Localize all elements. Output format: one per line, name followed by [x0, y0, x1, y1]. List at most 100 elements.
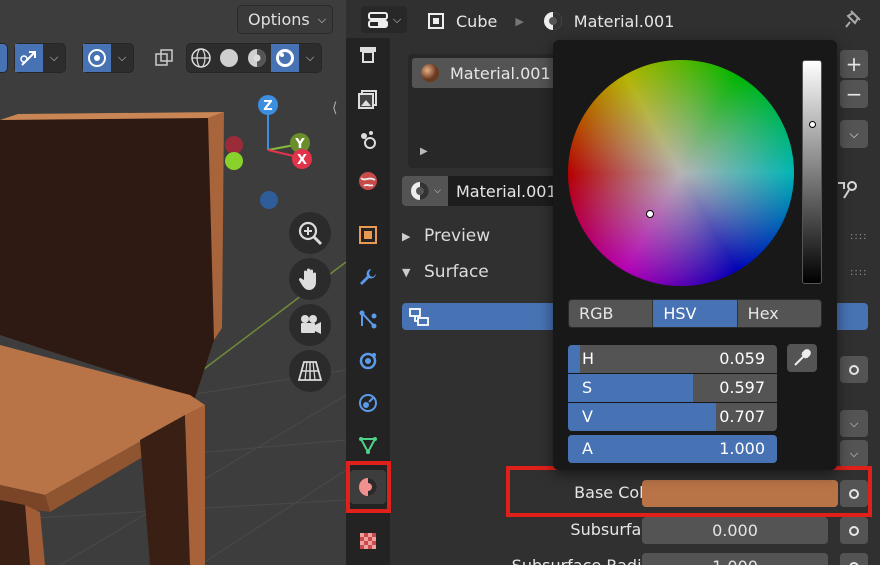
material-slot-item[interactable]: Material.001: [412, 58, 572, 88]
add-slot-button[interactable]: +: [840, 50, 868, 78]
particles-icon: [359, 310, 377, 329]
hue-value: 0.059: [719, 349, 765, 368]
material-slot-label: Material.001: [450, 63, 551, 83]
surface-panel-header[interactable]: ▼ Surface: [402, 262, 489, 282]
tab-rgb[interactable]: RGB: [569, 300, 654, 327]
subsurface-radius-socket-button[interactable]: [840, 553, 868, 565]
shading-group: ⌵: [186, 43, 322, 73]
xray-icon: [155, 49, 173, 66]
zoom-in-icon: [298, 221, 323, 246]
tab-object[interactable]: [350, 218, 386, 252]
wheel-cursor[interactable]: [645, 209, 654, 218]
wireframe-sphere-icon: [191, 48, 211, 68]
chevron-down-icon: ⌵: [849, 446, 859, 460]
options-dropdown[interactable]: Options ⌵: [237, 5, 333, 34]
navigation-gizmo[interactable]: Z Y X: [220, 92, 330, 212]
tab-world[interactable]: [350, 164, 386, 198]
tab-modifiers[interactable]: [350, 260, 386, 294]
tab-view-layer[interactable]: [350, 122, 386, 156]
tab-constraints[interactable]: [350, 386, 386, 420]
value-value: 0.707: [719, 407, 765, 426]
gizmo-toggle-button[interactable]: [15, 44, 43, 72]
editor-type-button[interactable]: ⌵: [361, 6, 407, 33]
expand-arrow-icon[interactable]: ▶: [420, 146, 428, 157]
tool-icon: [360, 47, 376, 63]
dropdown-button[interactable]: ⌵: [840, 410, 868, 437]
value-knob[interactable]: [809, 121, 816, 129]
mesh-data-icon: [359, 437, 377, 455]
breadcrumb-object: Cube: [456, 11, 498, 31]
chevron-down-icon[interactable]: ⌵: [111, 44, 133, 72]
browse-node-icon: [838, 181, 857, 199]
chevron-down-icon[interactable]: ⌵: [43, 44, 65, 72]
subsurface-socket-button[interactable]: [840, 517, 868, 544]
output-icon: [358, 90, 377, 109]
material-sphere-icon: [248, 49, 266, 67]
subsurface-field[interactable]: 0.000: [642, 517, 828, 544]
subsurface-radius-field[interactable]: 1.000: [642, 553, 828, 565]
tab-physics[interactable]: [350, 344, 386, 378]
select-mode-fragment[interactable]: [0, 43, 8, 73]
saturation-label: S: [582, 378, 593, 397]
camera-icon: [301, 315, 321, 334]
tab-tool[interactable]: [350, 38, 386, 72]
value-slider-bar[interactable]: [802, 60, 822, 284]
overlays-button[interactable]: [83, 44, 111, 72]
slot-specials-button[interactable]: ⌵: [840, 120, 868, 148]
socket-button[interactable]: [840, 356, 868, 383]
drag-handle-icon[interactable]: ::::: [850, 267, 867, 278]
rendered-sphere-icon: [276, 49, 294, 67]
node-link-button[interactable]: [834, 176, 862, 204]
value-slider[interactable]: V 0.707: [568, 403, 777, 431]
alpha-label: A: [582, 439, 593, 458]
eyedropper-button[interactable]: [787, 344, 817, 372]
tab-data[interactable]: [350, 428, 386, 462]
preview-panel-title: Preview: [424, 226, 491, 246]
breadcrumb-material: Material.001: [573, 11, 675, 31]
transform-gizmo-icon: [20, 51, 36, 66]
tab-output[interactable]: [350, 82, 386, 116]
wireframe-shading-button[interactable]: [187, 44, 215, 72]
tab-texture[interactable]: [350, 524, 386, 558]
perspective-grid-icon: [297, 361, 323, 381]
material-name-field[interactable]: Material.001: [448, 176, 558, 206]
dropdown-button[interactable]: ⌵: [840, 440, 868, 467]
chevron-down-icon: ⌵: [434, 186, 441, 196]
3d-viewport[interactable]: Options ⌵ ⌵ ⌵ ⌵ Z Y X ⟨: [0, 0, 346, 565]
pin-button[interactable]: [843, 8, 865, 34]
color-picker-popup: RGB HSV Hex H 0.059 S 0.597 V 0.707 A 1.…: [553, 40, 837, 470]
chevron-down-icon[interactable]: ⌵: [299, 44, 321, 72]
camera-view-button[interactable]: [289, 304, 331, 346]
rendered-shading-button[interactable]: [271, 44, 299, 72]
pan-button[interactable]: [289, 258, 331, 300]
tab-hex[interactable]: Hex: [738, 300, 821, 327]
material-selector[interactable]: ⌵ Material.001: [402, 176, 562, 206]
xray-toggle-button[interactable]: [150, 44, 178, 72]
subsurface-radius-label: Subsurface Radius: [430, 556, 660, 565]
remove-slot-button[interactable]: −: [840, 80, 868, 108]
saturation-value: 0.597: [719, 378, 765, 397]
add-label: +: [845, 52, 863, 76]
browse-material-button[interactable]: ⌵: [402, 176, 448, 206]
world-icon: [359, 172, 377, 190]
sidebar-collapse-arrow[interactable]: ⟨: [332, 100, 346, 118]
hue-slider[interactable]: H 0.059: [568, 345, 777, 373]
perspective-toggle-button[interactable]: [289, 350, 331, 392]
saturation-slider[interactable]: S 0.597: [568, 374, 777, 402]
collapsed-arrow-icon: ▶: [402, 229, 411, 243]
solid-shading-button[interactable]: [215, 44, 243, 72]
tab-hsv[interactable]: HSV: [653, 300, 738, 327]
object-icon: [359, 226, 377, 244]
drag-handle-icon[interactable]: ::::: [850, 231, 867, 242]
tab-particles[interactable]: [350, 302, 386, 336]
overlay-toggle-group: ⌵: [82, 43, 134, 73]
preview-panel-header[interactable]: ▶ Preview: [402, 226, 490, 246]
expanded-arrow-icon: ▼: [402, 265, 411, 279]
zoom-button[interactable]: [289, 212, 331, 254]
material-preview-button[interactable]: [243, 44, 271, 72]
wrench-icon: [360, 269, 376, 285]
chevron-down-icon: ⌵: [392, 12, 402, 26]
viewport-header: Options ⌵: [0, 0, 346, 34]
node-tree-icon: [409, 308, 429, 326]
alpha-slider[interactable]: A 1.000: [568, 435, 777, 463]
